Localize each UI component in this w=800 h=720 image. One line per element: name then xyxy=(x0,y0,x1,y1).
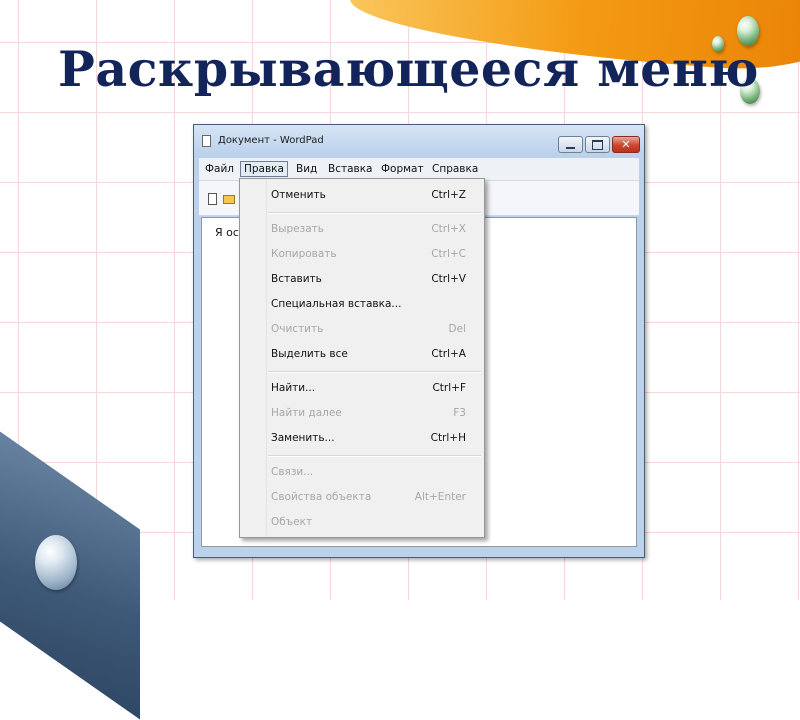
menu-insert[interactable]: Вставка xyxy=(325,161,376,177)
menu-item-shortcut: Ctrl+A xyxy=(431,348,466,360)
slide-title: Раскрывающееся меню xyxy=(58,40,760,98)
edit-dropdown-menu: Отменить Ctrl+Z Вырезать Ctrl+X Копирова… xyxy=(239,178,485,538)
window-title: Документ - WordPad xyxy=(218,135,324,146)
menu-item-shortcut: F3 xyxy=(453,407,466,419)
menu-item-label: Выделить все xyxy=(271,348,348,360)
menu-item-shortcut: Del xyxy=(448,323,466,335)
menu-item-shortcut: Ctrl+C xyxy=(431,248,466,260)
menu-item-paste[interactable]: Вставить Ctrl+V xyxy=(271,269,466,289)
menu-item-copy: Копировать Ctrl+C xyxy=(271,244,466,264)
maximize-icon xyxy=(592,139,603,150)
minimize-icon xyxy=(566,146,575,149)
menu-format[interactable]: Формат xyxy=(378,161,427,177)
menu-separator xyxy=(268,212,481,214)
menu-item-object-properties: Свойства объекта Alt+Enter xyxy=(271,487,466,507)
menu-item-undo[interactable]: Отменить Ctrl+Z xyxy=(271,185,466,205)
minimize-button[interactable] xyxy=(558,136,583,153)
menu-item-label: Найти... xyxy=(271,382,316,394)
close-button[interactable]: ✕ xyxy=(612,136,640,153)
menu-help[interactable]: Справка xyxy=(429,161,481,177)
menu-file[interactable]: Файл xyxy=(202,161,237,177)
menu-item-label: Копировать xyxy=(271,248,337,260)
close-icon: ✕ xyxy=(621,138,631,151)
menu-item-links: Связи... xyxy=(271,462,466,482)
menu-view[interactable]: Вид xyxy=(293,161,320,177)
menu-item-shortcut: Alt+Enter xyxy=(414,491,466,503)
document-text: Я ос xyxy=(215,226,239,239)
menu-item-shortcut: Ctrl+Z xyxy=(431,189,466,201)
menu-item-cut: Вырезать Ctrl+X xyxy=(271,219,466,239)
maximize-button[interactable] xyxy=(585,136,610,153)
menu-item-shortcut: Ctrl+F xyxy=(432,382,466,394)
water-drop-icon xyxy=(35,535,77,590)
menu-item-paste-special[interactable]: Специальная вставка... xyxy=(271,294,466,314)
new-document-icon[interactable] xyxy=(208,193,217,205)
title-bar[interactable]: Документ - WordPad ✕ xyxy=(194,125,644,157)
menu-item-shortcut: Ctrl+X xyxy=(431,223,466,235)
menu-item-label: Очистить xyxy=(271,323,324,335)
menu-item-label: Найти далее xyxy=(271,407,342,419)
menu-item-shortcut: Ctrl+V xyxy=(431,273,466,285)
menu-item-label: Заменить... xyxy=(271,432,335,444)
menu-item-label: Специальная вставка... xyxy=(271,298,402,310)
menu-item-shortcut: Ctrl+H xyxy=(430,432,466,444)
menu-item-object: Объект xyxy=(271,512,466,532)
menu-item-replace[interactable]: Заменить... Ctrl+H xyxy=(271,428,466,448)
menu-item-find-next: Найти далее F3 xyxy=(271,403,466,423)
menu-icon-gutter xyxy=(240,179,267,537)
menu-item-select-all[interactable]: Выделить все Ctrl+A xyxy=(271,344,466,364)
open-folder-icon[interactable] xyxy=(223,195,235,204)
menu-item-find[interactable]: Найти... Ctrl+F xyxy=(271,378,466,398)
menu-item-label: Связи... xyxy=(271,466,314,478)
menu-item-label: Объект xyxy=(271,516,313,528)
menu-item-label: Вырезать xyxy=(271,223,324,235)
menu-item-label: Свойства объекта xyxy=(271,491,372,503)
menu-edit[interactable]: Правка xyxy=(240,161,288,177)
menu-separator xyxy=(268,371,481,373)
menu-item-clear: Очистить Del xyxy=(271,319,466,339)
menu-item-label: Отменить xyxy=(271,189,326,201)
menu-separator xyxy=(268,455,481,457)
menu-item-label: Вставить xyxy=(271,273,322,285)
wordpad-app-icon[interactable] xyxy=(202,135,211,147)
